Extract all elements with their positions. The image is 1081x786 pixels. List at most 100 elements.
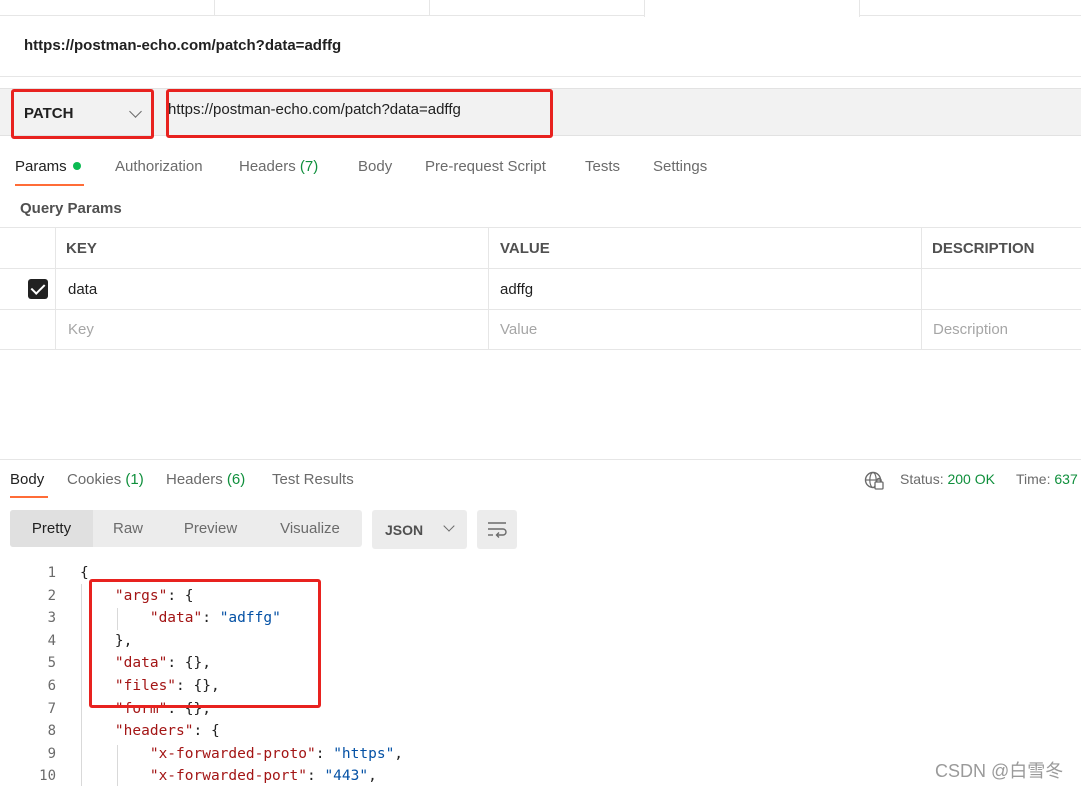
tab-count: (1) xyxy=(125,471,144,488)
open-tab-active[interactable] xyxy=(644,0,860,17)
format-label: JSON xyxy=(385,521,424,538)
watermark: CSDN @白雪冬 xyxy=(935,761,1064,781)
view-preview-button[interactable]: Preview xyxy=(163,510,258,547)
wrap-lines-icon xyxy=(488,522,507,538)
line-number: 3 xyxy=(47,610,56,627)
tab-label: Test Results xyxy=(272,471,354,488)
open-tab[interactable] xyxy=(860,0,1081,16)
active-tab-underline xyxy=(15,184,84,186)
table-row: data adffg xyxy=(0,268,1081,309)
new-key-input[interactable]: Key xyxy=(68,310,94,349)
line-number: 4 xyxy=(47,632,56,649)
json-string: "https" xyxy=(333,745,395,762)
view-mode-segmented-control: Pretty Raw Preview Visualize xyxy=(10,510,362,547)
view-visualize-button[interactable]: Visualize xyxy=(258,510,362,547)
line-number: 7 xyxy=(47,700,56,717)
tab-count: (7) xyxy=(299,158,319,175)
highlight-box-url xyxy=(166,89,553,138)
column-divider xyxy=(488,310,489,349)
column-divider xyxy=(55,228,56,268)
response-tab-body[interactable]: Body xyxy=(10,471,44,488)
column-header-key: KEY xyxy=(66,239,97,257)
open-tabs-strip xyxy=(0,0,1081,17)
request-tabs: Params Authorization Headers (7) Body Pr… xyxy=(0,156,1081,188)
line-number: 8 xyxy=(47,723,56,740)
tab-settings[interactable]: Settings xyxy=(653,158,707,175)
status-value[interactable]: 200 OK xyxy=(947,471,994,487)
param-enabled-checkbox[interactable] xyxy=(28,269,48,309)
column-divider xyxy=(55,310,56,349)
query-params-label: Query Params xyxy=(20,200,122,217)
table-header-row: KEY VALUE DESCRIPTION xyxy=(0,227,1081,268)
code-line: 9 "x-forwarded-proto": "https", xyxy=(0,743,1081,766)
json-string: "443" xyxy=(324,768,369,785)
code-line: 10 "x-forwarded-port": "443", xyxy=(0,765,1081,786)
line-number: 2 xyxy=(47,587,56,604)
tab-label: Settings xyxy=(653,158,708,175)
tab-label: Pre-request Script xyxy=(425,158,546,175)
json-key: "x-forwarded-port" xyxy=(149,768,307,785)
time-label: Time: xyxy=(1016,471,1051,487)
param-value-cell[interactable]: adffg xyxy=(500,269,533,309)
json-key: "headers" xyxy=(114,723,194,740)
response-tab-headers[interactable]: Headers (6) xyxy=(166,471,245,488)
tab-label: Params xyxy=(15,158,67,175)
chevron-down-icon xyxy=(443,520,455,532)
line-number: 10 xyxy=(39,768,56,785)
code-line: 8 "headers": { xyxy=(0,720,1081,743)
response-divider xyxy=(0,459,1081,460)
tab-label: Tests xyxy=(585,158,621,175)
response-tab-test-results[interactable]: Test Results xyxy=(272,471,354,488)
highlight-box-json xyxy=(89,579,321,708)
code-token: { xyxy=(80,565,89,581)
line-number: 6 xyxy=(47,677,56,694)
tab-label: Cookies xyxy=(67,471,122,488)
tab-label: Headers xyxy=(239,158,296,175)
wrap-lines-button[interactable] xyxy=(477,510,517,549)
table-row-empty: Key Value Description xyxy=(0,309,1081,350)
divider xyxy=(0,76,1081,77)
line-number: 9 xyxy=(47,745,56,762)
params-table: KEY VALUE DESCRIPTION data adffg Key Val… xyxy=(0,227,1081,350)
new-value-input[interactable]: Value xyxy=(500,310,537,349)
status-label: Status: xyxy=(900,471,944,487)
response-time: Time: 637 xyxy=(1016,471,1078,487)
column-header-value: VALUE xyxy=(500,239,550,257)
open-tab[interactable] xyxy=(0,0,215,16)
request-title: https://postman-echo.com/patch?data=adff… xyxy=(24,37,342,54)
column-header-description: DESCRIPTION xyxy=(932,239,1035,257)
tab-count: (6) xyxy=(226,471,246,488)
column-divider xyxy=(55,269,56,309)
format-select[interactable]: JSON xyxy=(372,510,467,549)
line-number: 5 xyxy=(47,655,56,672)
column-divider xyxy=(488,228,489,268)
view-pretty-button[interactable]: Pretty xyxy=(10,510,93,547)
tab-label: Body xyxy=(358,158,393,175)
tab-body[interactable]: Body xyxy=(358,158,392,175)
tab-pre-request-script[interactable]: Pre-request Script xyxy=(425,158,546,175)
view-raw-button[interactable]: Raw xyxy=(93,510,163,547)
active-tab-underline xyxy=(10,496,48,498)
json-key: "x-forwarded-proto" xyxy=(149,745,316,762)
new-description-input[interactable]: Description xyxy=(933,310,1008,349)
time-value[interactable]: 637 xyxy=(1054,471,1077,487)
globe-lock-icon[interactable] xyxy=(864,471,884,491)
params-active-dot-icon xyxy=(72,162,81,171)
column-divider xyxy=(488,269,489,309)
response-status: Status: 200 OK xyxy=(900,471,995,487)
tab-tests[interactable]: Tests xyxy=(585,158,620,175)
line-number: 1 xyxy=(47,565,56,581)
tab-label: Body xyxy=(10,471,45,488)
tab-headers[interactable]: Headers (7) xyxy=(239,158,318,175)
tab-label: Headers xyxy=(166,471,223,488)
open-tab[interactable] xyxy=(430,0,645,16)
tab-params[interactable]: Params xyxy=(15,158,81,175)
highlight-box-method xyxy=(11,89,154,139)
tab-authorization[interactable]: Authorization xyxy=(115,158,203,175)
checkmark-icon xyxy=(28,279,48,299)
column-divider xyxy=(921,228,922,268)
param-key-cell[interactable]: data xyxy=(68,269,97,309)
response-tab-cookies[interactable]: Cookies (1) xyxy=(67,471,144,488)
open-tab[interactable] xyxy=(215,0,430,16)
column-divider xyxy=(921,310,922,349)
